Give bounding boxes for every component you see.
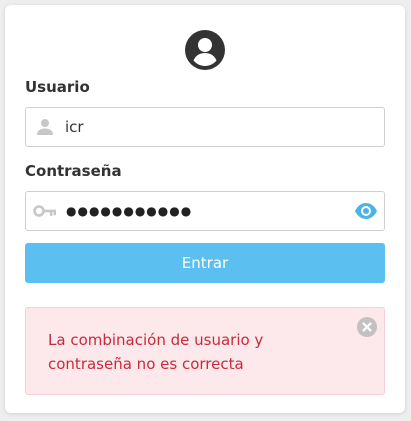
person-icon (37, 119, 53, 135)
username-value: icr (65, 118, 84, 136)
error-alert: La combinación de usuario y contraseña n… (25, 307, 385, 395)
account-circle-icon (185, 30, 225, 70)
submit-button[interactable]: Entrar (25, 243, 385, 283)
eye-icon[interactable] (354, 201, 378, 221)
password-field[interactable]: ●●●●●●●●●●● (25, 191, 385, 231)
username-field[interactable]: icr (25, 107, 385, 147)
error-message: La combinación de usuario y contraseña n… (48, 331, 264, 373)
key-icon (33, 205, 56, 217)
login-card: Usuario icr Contraseña ●●●●●●●●●●● Entra… (5, 5, 405, 413)
close-circle-icon[interactable] (357, 317, 377, 337)
username-label: Usuario (25, 78, 90, 96)
password-label: Contraseña (25, 162, 122, 180)
password-value: ●●●●●●●●●●● (66, 204, 193, 218)
